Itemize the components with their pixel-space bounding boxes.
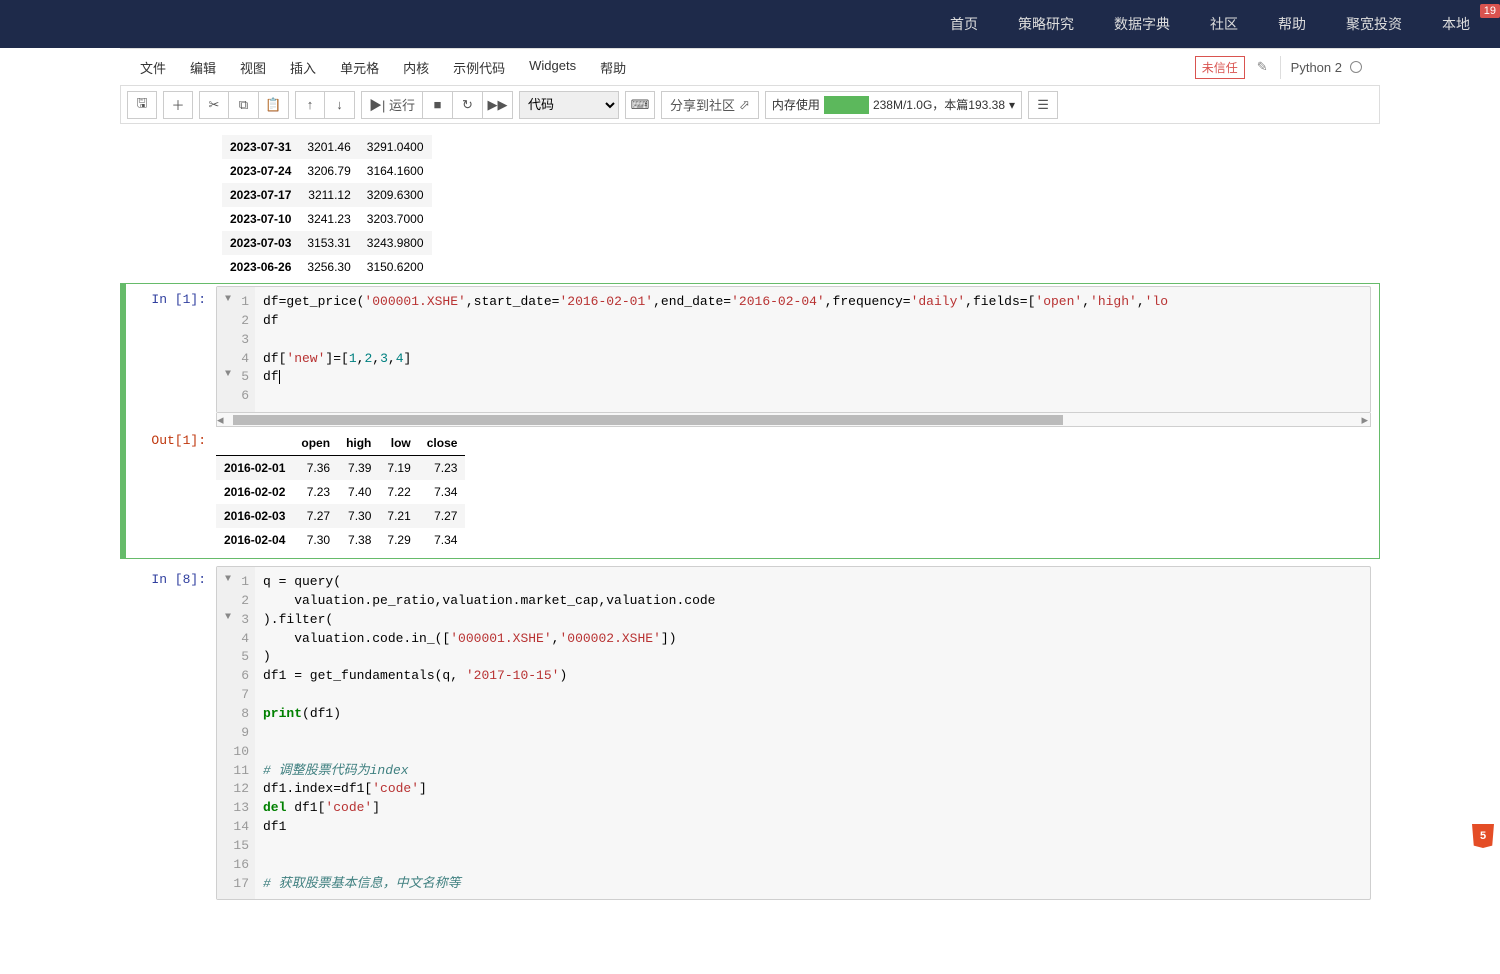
code-editor[interactable]: ▼12▼34567891011121314151617 q = query( v… [216,566,1371,900]
toolbar: 🖫 ＋ ✂ ⧉ 📋 ↑ ↓ ▶| 运行 ■ ↻ ▶▶ 代码 ⌨ 分享到社区 ⬀ … [120,86,1380,124]
dataframe-table-out1: openhighlowclose 2016-02-017.367.397.197… [216,431,465,552]
horizontal-scrollbar[interactable]: ◂ ▸ [216,413,1371,427]
paste-button[interactable]: 📋 [259,91,289,119]
kernel-indicator[interactable]: Python 2 [1280,56,1372,79]
table-row: 2023-07-243206.793164.1600 [222,159,432,183]
move-down-button[interactable]: ↓ [325,91,355,119]
restart-button[interactable]: ↻ [453,91,483,119]
table-row: 2023-07-033153.313243.9800 [222,231,432,255]
dataframe-table-prev: 2023-07-313201.463291.04002023-07-243206… [222,135,432,276]
html5-badge-icon: 5 [1472,824,1494,848]
line-gutter: ▼1234▼56 [217,287,255,412]
scrollbar-thumb[interactable] [233,415,1063,425]
move-up-button[interactable]: ↑ [295,91,325,119]
memory-usage: 内存使用 238M/1.0G，本篇193.38 ▾ [765,91,1022,119]
list-button[interactable]: ☰ [1028,91,1058,119]
table-row: 2016-02-017.367.397.197.23 [216,456,465,481]
scroll-right-icon[interactable]: ▸ [1361,412,1368,428]
kernel-name-label: Python 2 [1291,60,1342,75]
notification-badge[interactable]: 19 [1480,4,1500,18]
menu-edit[interactable]: 编辑 [178,50,228,85]
scroll-left-icon[interactable]: ◂ [217,412,223,428]
output-scroll-area[interactable]: 2023-07-313201.463291.04002023-07-243206… [216,131,1371,276]
nav-strategy[interactable]: 策略研究 [998,14,1094,34]
in-prompt: In [1]: [121,286,216,427]
code-content[interactable]: q = query( valuation.pe_ratio,valuation.… [255,567,1370,899]
menu-help[interactable]: 帮助 [588,50,638,85]
nav-help[interactable]: 帮助 [1258,14,1326,34]
table-row: 2023-06-263256.303150.6200 [222,255,432,276]
menu-widgets[interactable]: Widgets [517,50,588,85]
share-icon: ⬀ [739,97,750,113]
copy-button[interactable]: ⧉ [229,91,259,119]
pencil-icon[interactable]: ✎ [1251,55,1274,79]
code-cell-2[interactable]: In [8]: ▼12▼34567891011121314151617 q = … [120,563,1380,903]
run-button[interactable]: ▶| 运行 [361,91,423,119]
nav-datadict[interactable]: 数据字典 [1094,14,1190,34]
stop-button[interactable]: ■ [423,91,453,119]
cell-type-select[interactable]: 代码 [519,91,619,119]
nav-community[interactable]: 社区 [1190,14,1258,34]
command-palette-button[interactable]: ⌨ [625,91,655,119]
code-editor[interactable]: ▼1234▼56 df=get_price('000001.XSHE',star… [216,286,1371,413]
kernel-status-icon [1350,61,1362,73]
table-row: 2023-07-173211.123209.6300 [222,183,432,207]
menu-examples[interactable]: 示例代码 [441,50,517,85]
menu-file[interactable]: 文件 [128,50,178,85]
menu-kernel[interactable]: 内核 [391,50,441,85]
notebook-container: 2023-07-313201.463291.04002023-07-243206… [120,124,1380,974]
top-navigation: 首页 策略研究 数据字典 社区 帮助 聚宽投资 本地 19 [0,0,1500,48]
memory-bar [824,96,869,114]
fast-forward-button[interactable]: ▶▶ [483,91,513,119]
add-cell-button[interactable]: ＋ [163,91,193,119]
code-content[interactable]: df=get_price('000001.XSHE',start_date='2… [255,287,1370,412]
out-prompt: Out[1]: [121,427,216,556]
cut-button[interactable]: ✂ [199,91,229,119]
menu-view[interactable]: 视图 [228,50,278,85]
nav-home[interactable]: 首页 [930,14,998,34]
table-row: 2016-02-047.307.387.297.34 [216,528,465,552]
cell-output-prev: 2023-07-313201.463291.04002023-07-243206… [120,128,1380,279]
table-row: 2016-02-037.277.307.217.27 [216,504,465,528]
share-button[interactable]: 分享到社区 ⬀ [661,91,759,119]
menubar: 文件 编辑 视图 插入 单元格 内核 示例代码 Widgets 帮助 未信任 ✎… [120,48,1380,86]
chevron-down-icon[interactable]: ▾ [1009,98,1015,112]
code-cell-1[interactable]: In [1]: ▼1234▼56 df=get_price('000001.XS… [120,283,1380,559]
table-row: 2023-07-103241.233203.7000 [222,207,432,231]
table-row: 2023-07-313201.463291.0400 [222,135,432,159]
save-button[interactable]: 🖫 [127,91,157,119]
table-row: 2016-02-027.237.407.227.34 [216,480,465,504]
trust-status[interactable]: 未信任 [1195,56,1245,79]
nav-invest[interactable]: 聚宽投资 [1326,14,1422,34]
menu-cell[interactable]: 单元格 [328,50,391,85]
line-gutter: ▼12▼34567891011121314151617 [217,567,255,899]
in-prompt: In [8]: [121,566,216,900]
menu-insert[interactable]: 插入 [278,50,328,85]
